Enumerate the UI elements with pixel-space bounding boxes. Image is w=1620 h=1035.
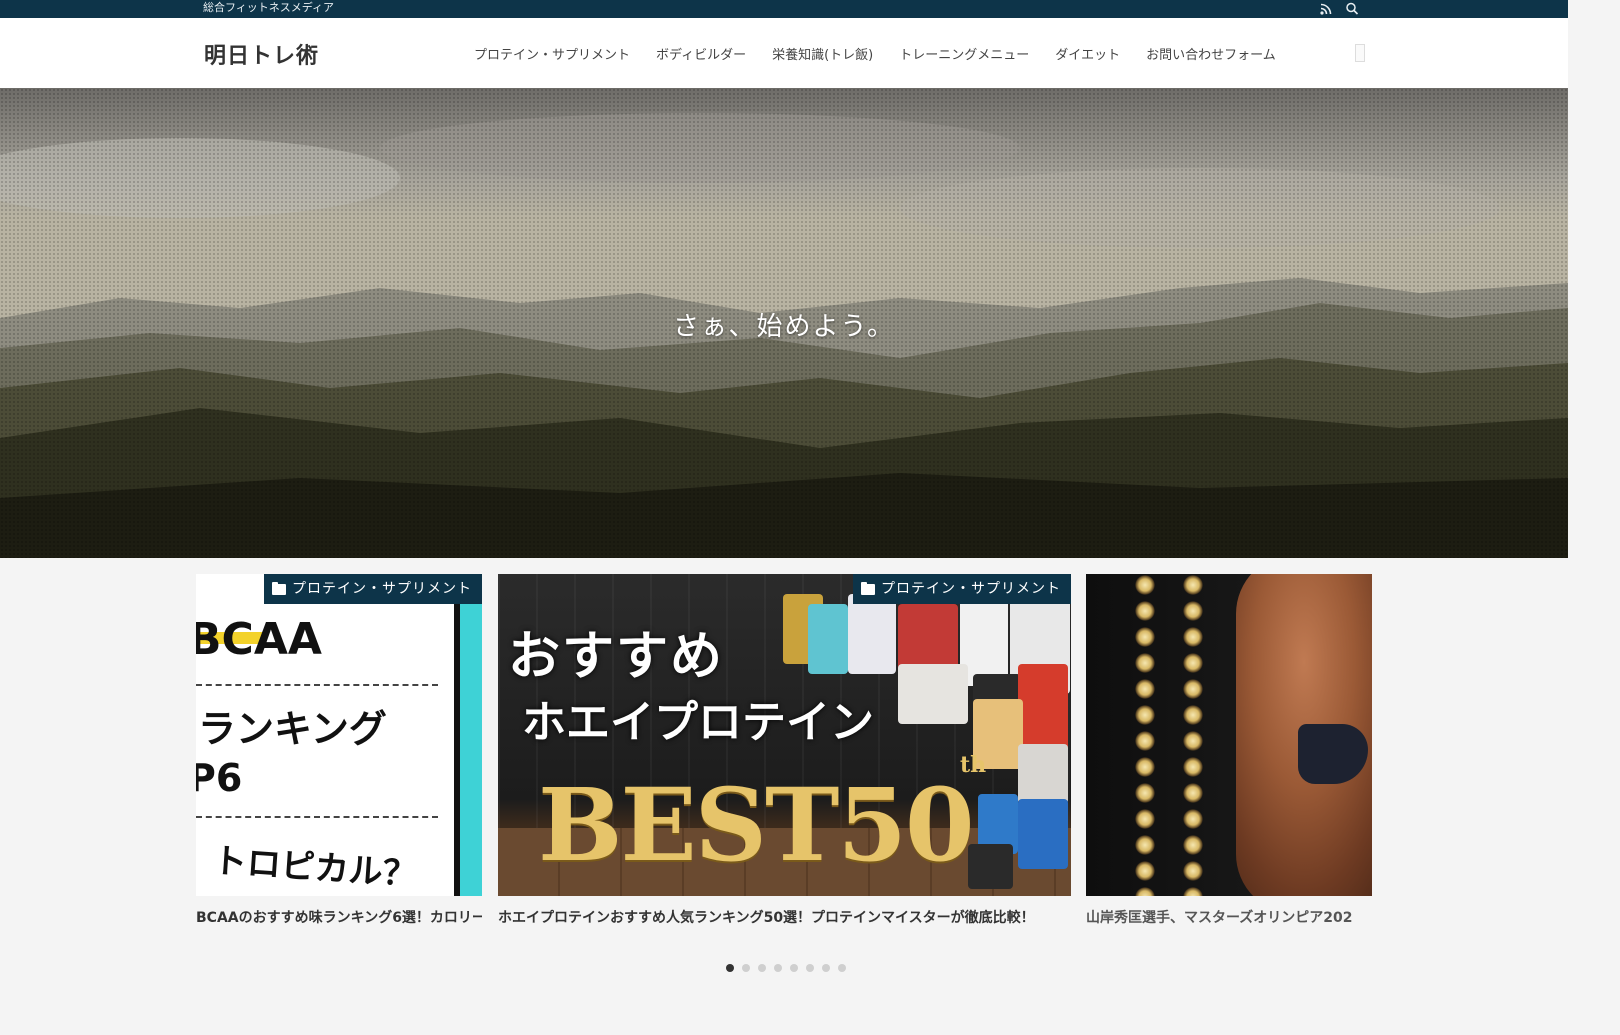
pager-dot[interactable] — [838, 964, 846, 972]
nav-item-nutrition[interactable]: 栄養知識(トレ飯) — [772, 44, 873, 63]
carousel-pager — [726, 964, 846, 972]
pager-dot[interactable] — [726, 964, 734, 972]
product-package — [1018, 664, 1068, 754]
article-carousel: BCAA ランキング P6 トロピカル？ プロテイン・サプリメント BCAAのお… — [196, 574, 1372, 954]
pager-dot[interactable] — [806, 964, 814, 972]
product-package — [898, 664, 968, 724]
site-tagline: 総合フィットネスメディア — [203, 1, 335, 14]
thumb-text: ホエイプロテイン — [522, 697, 874, 748]
card-title[interactable]: 山岸秀匡選手、マスターズオリンピア202 — [1086, 908, 1372, 929]
category-label[interactable]: プロテイン・サプリメント — [853, 574, 1071, 604]
card-thumbnail-bcaa[interactable]: BCAA ランキング P6 トロピカル？ プロテイン・サプリメント — [196, 574, 482, 896]
card-thumbnail-bodybuilder[interactable] — [1086, 574, 1372, 896]
pager-dot[interactable] — [790, 964, 798, 972]
product-package — [968, 844, 1013, 889]
topbar-icons — [1318, 1, 1360, 17]
dashed-divider — [196, 816, 438, 818]
thumb-text: おすすめ — [508, 627, 725, 687]
nav-item-training-menu[interactable]: トレーニングメニュー — [899, 44, 1029, 63]
carousel-card[interactable]: BCAA ランキング P6 トロピカル？ プロテイン・サプリメント BCAAのお… — [196, 574, 482, 929]
category-label-text: プロテイン・サプリメント — [881, 581, 1061, 597]
stage-lights — [1182, 574, 1204, 896]
nav-item-contact-form[interactable]: お問い合わせフォーム — [1146, 44, 1276, 63]
nav-item-protein-supplement[interactable]: プロテイン・サプリメント — [474, 44, 630, 63]
card-title[interactable]: ホエイプロテインおすすめ人気ランキング50選！プロテインマイスターが徹底比較！ — [498, 908, 1071, 929]
product-package — [1018, 744, 1068, 804]
card-title[interactable]: BCAAのおすすめ味ランキング6選！カロリーや — [196, 908, 482, 929]
product-package — [848, 594, 896, 674]
product-package — [1018, 799, 1068, 869]
pager-dot[interactable] — [742, 964, 750, 972]
search-icon[interactable] — [1344, 1, 1360, 17]
nav-item-diet[interactable]: ダイエット — [1055, 44, 1120, 63]
thumb-stripe — [460, 574, 482, 896]
top-bar: 総合フィットネスメディア — [0, 0, 1568, 18]
folder-icon — [861, 581, 875, 595]
product-package — [808, 604, 848, 674]
carousel-card[interactable]: 山岸秀匡選手、マスターズオリンピア202 — [1086, 574, 1372, 929]
thumb-text: トロピカル？ — [211, 840, 418, 896]
category-label[interactable]: プロテイン・サプリメント — [264, 574, 482, 604]
hero-image: さぁ、始めよう。 — [0, 88, 1568, 558]
site-logo[interactable]: 明日トレ術 — [204, 38, 319, 70]
thumb-text: P6 — [196, 756, 243, 800]
folder-icon — [272, 581, 286, 595]
nav-search-toggle[interactable] — [1355, 44, 1365, 62]
pager-dot[interactable] — [774, 964, 782, 972]
dashed-divider — [196, 684, 438, 686]
site-header: 明日トレ術 プロテイン・サプリメント ボディビルダー 栄養知識(トレ飯) トレー… — [0, 18, 1568, 88]
main-nav: プロテイン・サプリメント ボディビルダー 栄養知識(トレ飯) トレーニングメニュ… — [474, 44, 1302, 63]
thumb-text: BCAA — [196, 614, 322, 665]
rss-icon[interactable] — [1318, 1, 1334, 17]
stage-lights — [1134, 574, 1156, 896]
pager-dot[interactable] — [758, 964, 766, 972]
thumb-text: ランキング — [198, 707, 387, 751]
card-thumbnail-whey-best50[interactable]: おすすめ ホエイプロテイン BEST50 th プロテイン・サプリメント — [498, 574, 1071, 896]
carousel-card[interactable]: おすすめ ホエイプロテイン BEST50 th プロテイン・サプリメント ホエイ… — [498, 574, 1071, 929]
category-label-text: プロテイン・サプリメント — [292, 581, 472, 597]
thumb-text: th — [960, 752, 987, 778]
nav-item-bodybuilder[interactable]: ボディビルダー — [656, 44, 746, 63]
thumb-text: BEST50 — [538, 766, 975, 884]
pager-dot[interactable] — [822, 964, 830, 972]
hero-catchcopy: さぁ、始めよう。 — [673, 312, 895, 342]
